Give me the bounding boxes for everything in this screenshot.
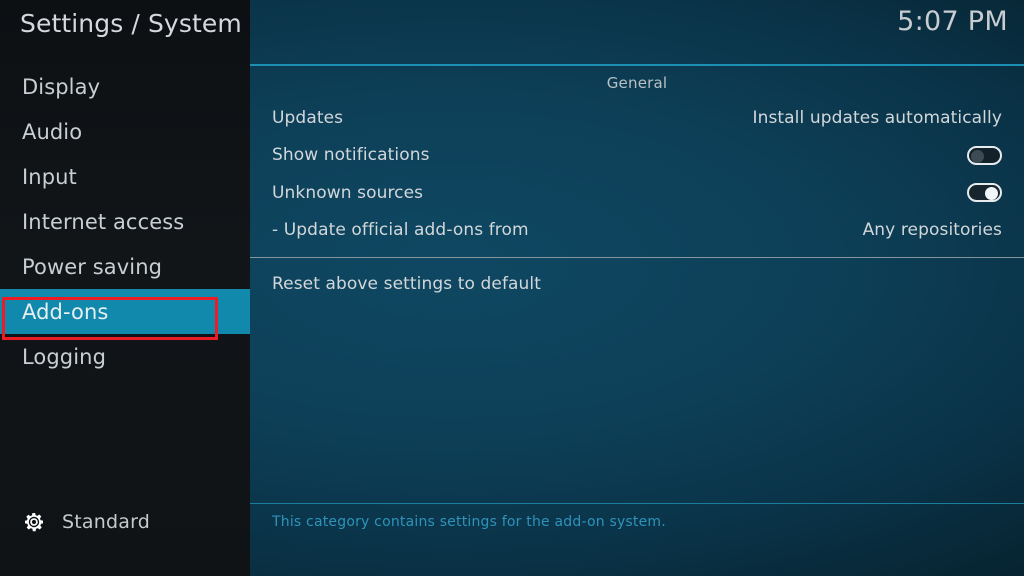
sidebar-item-label: Internet access — [22, 209, 185, 234]
section-header-general: General — [606, 74, 668, 92]
unknown-sources-toggle[interactable] — [967, 183, 1002, 203]
sidebar-item-label: Power saving — [22, 254, 163, 279]
settings-level-indicator[interactable]: Standard — [22, 510, 150, 534]
settings-list: Updates Install updates automatically Sh… — [250, 99, 1024, 303]
help-text: This category contains settings for the … — [272, 514, 666, 530]
toggle-knob — [971, 149, 984, 163]
setting-label: Updates — [272, 107, 344, 128]
kodi-settings-screen: Display Audio Input Internet access Powe… — [0, 0, 1024, 576]
settings-content-panel: General Updates Install updates automati… — [250, 0, 1024, 576]
sidebar-item-internet-access[interactable]: Internet access — [0, 199, 250, 244]
list-separator — [250, 257, 1024, 258]
setting-label: Show notifications — [272, 145, 430, 166]
setting-label: Unknown sources — [272, 182, 424, 203]
sidebar: Display Audio Input Internet access Powe… — [0, 0, 250, 576]
setting-value: Any repositories — [862, 220, 1002, 241]
setting-row-reset-to-default[interactable]: Reset above settings to default — [250, 265, 1024, 303]
setting-label: - Update official add-ons from — [272, 220, 529, 241]
sidebar-item-audio[interactable]: Audio — [0, 109, 250, 154]
sidebar-item-input[interactable]: Input — [0, 154, 250, 199]
sidebar-item-add-ons[interactable]: Add-ons — [0, 289, 250, 334]
sidebar-item-label: Display — [22, 74, 101, 99]
setting-row-updates[interactable]: Updates Install updates automatically — [250, 99, 1024, 137]
sidebar-item-label: Add-ons — [22, 299, 109, 324]
setting-row-unknown-sources[interactable]: Unknown sources — [250, 174, 1024, 212]
sidebar-item-power-saving[interactable]: Power saving — [0, 244, 250, 289]
settings-level-label: Standard — [62, 511, 151, 533]
setting-label: Reset above settings to default — [272, 273, 542, 294]
sidebar-item-label: Input — [22, 164, 77, 189]
gear-icon — [22, 510, 46, 534]
help-top-rule — [250, 503, 1024, 504]
sidebar-item-label: Audio — [22, 119, 83, 144]
toggle-knob — [985, 187, 998, 201]
setting-row-show-notifications[interactable]: Show notifications — [250, 137, 1024, 175]
content-top-rule — [250, 64, 1024, 66]
setting-row-update-official-addons-from[interactable]: - Update official add-ons from Any repos… — [250, 212, 1024, 250]
sidebar-item-logging[interactable]: Logging — [0, 334, 250, 379]
setting-value: Install updates automatically — [752, 107, 1002, 128]
sidebar-nav: Display Audio Input Internet access Powe… — [0, 64, 250, 379]
sidebar-item-display[interactable]: Display — [0, 64, 250, 109]
sidebar-item-label: Logging — [22, 344, 107, 369]
show-notifications-toggle[interactable] — [967, 145, 1002, 165]
page-title: Settings / System — [20, 9, 242, 38]
